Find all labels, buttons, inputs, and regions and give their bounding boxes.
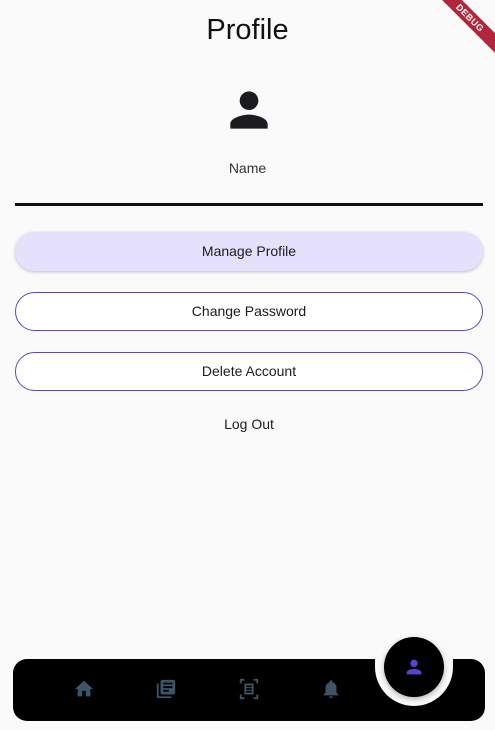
name-label: Name: [228, 160, 267, 176]
document-scanner-icon: [239, 678, 259, 700]
nav-profile-button[interactable]: [384, 637, 444, 697]
delete-account-button[interactable]: Delete Account: [15, 352, 483, 391]
name-input[interactable]: [15, 176, 483, 206]
log-out-button[interactable]: Log Out: [200, 416, 298, 436]
nav-home-button[interactable]: [73, 678, 95, 700]
profile-screen: DEBUG Profile Name Manage Profile Change…: [0, 0, 495, 730]
person-icon: [406, 659, 422, 675]
nav-news-button[interactable]: [155, 678, 177, 700]
change-password-button[interactable]: Change Password: [15, 292, 483, 331]
bell-icon: [323, 680, 339, 699]
manage-profile-button[interactable]: Manage Profile: [15, 232, 483, 271]
home-icon: [74, 680, 94, 697]
nav-scan-button[interactable]: [238, 678, 260, 700]
nav-notifications-button[interactable]: [320, 678, 342, 700]
newspaper-icon: [156, 679, 176, 699]
page-title: Profile: [206, 14, 289, 46]
person-avatar-icon: [230, 91, 268, 129]
